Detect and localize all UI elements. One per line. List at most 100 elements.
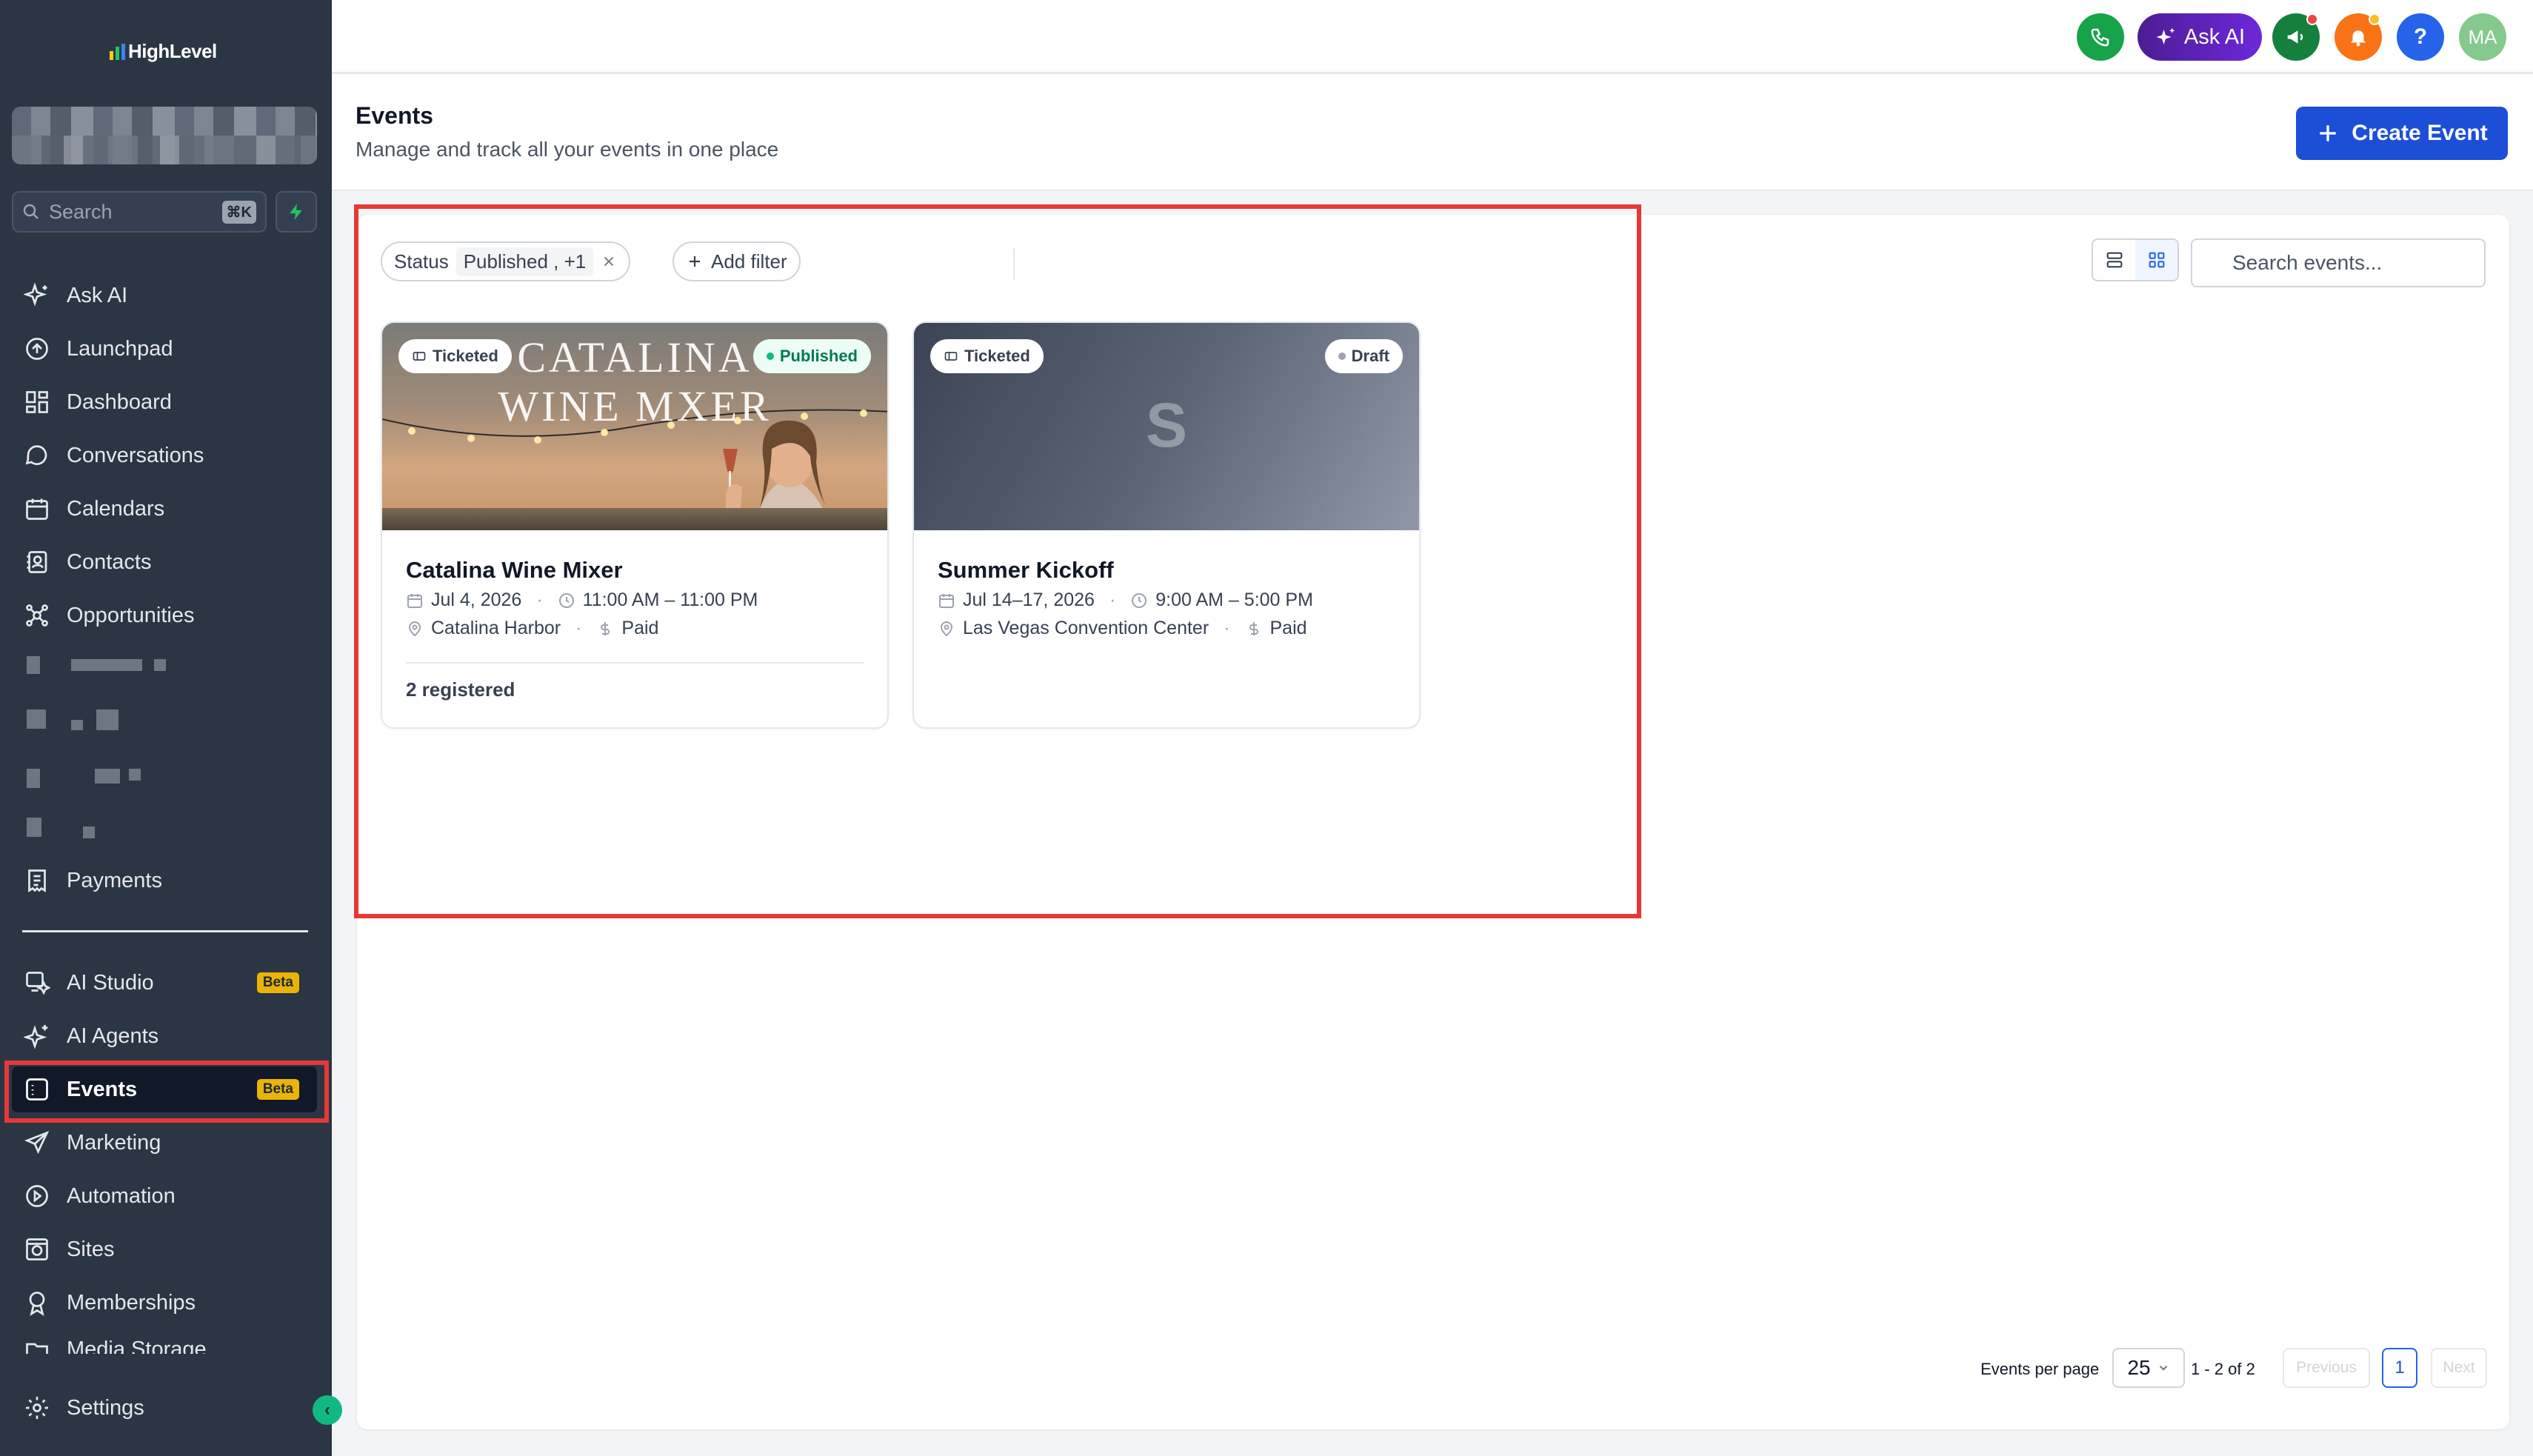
account-switcher[interactable] xyxy=(12,107,317,164)
sidebar-item-label: Events xyxy=(67,1077,138,1101)
collapse-sidebar-button[interactable]: ‹ xyxy=(313,1395,342,1425)
sidebar-item-events[interactable]: Events Beta xyxy=(12,1066,317,1112)
sidebar-item-media-storage[interactable]: Media Storage xyxy=(12,1329,317,1354)
status-dot-icon xyxy=(766,353,774,360)
bell-icon xyxy=(2351,30,2366,47)
next-page-button[interactable]: Next xyxy=(2431,1348,2487,1388)
next-label: Next xyxy=(2443,1359,2475,1376)
meta-separator: · xyxy=(1224,618,1230,638)
per-page-select[interactable]: 25 xyxy=(2112,1348,2185,1388)
phone-button[interactable] xyxy=(2077,13,2124,61)
sparkle-icon xyxy=(24,1025,48,1049)
clock-icon xyxy=(1132,592,1147,608)
ask-ai-button[interactable]: Ask AI xyxy=(2137,13,2262,61)
redacted-label xyxy=(71,659,142,671)
redacted-label xyxy=(129,769,141,781)
award-icon xyxy=(29,1292,45,1316)
sidebar-item-contacts[interactable]: Contacts xyxy=(12,539,317,585)
redacted-label xyxy=(71,720,83,730)
sidebar-item-automation[interactable]: Automation xyxy=(12,1173,317,1219)
event-card-summer-kickoff[interactable]: S Ticketed Draft Summer Kickoff Jul 14–1… xyxy=(912,321,1421,729)
sidebar-item-opportunities[interactable]: Opportunities xyxy=(12,592,317,638)
highlevel-logo[interactable]: HighLevel xyxy=(110,40,217,63)
sidebar-item-label: Opportunities xyxy=(67,603,195,627)
list-view-button[interactable] xyxy=(2093,240,2135,280)
receipt-icon xyxy=(28,869,46,893)
network-icon xyxy=(26,604,48,627)
sidebar-item-settings[interactable]: Settings xyxy=(12,1385,317,1431)
filter-divider xyxy=(1013,247,1015,280)
event-date: Jul 4, 2026 xyxy=(431,590,522,610)
ask-ai-label: Ask AI xyxy=(2183,24,2246,49)
event-datetime: Jul 14–17, 2026 · 9:00 AM – 5:00 PM xyxy=(938,590,1313,611)
events-panel: Status Published , +1 Add filter Search … xyxy=(357,215,2509,1429)
meta-separator: · xyxy=(536,590,543,610)
ticket-icon xyxy=(413,352,426,361)
redacted-icon xyxy=(27,709,46,729)
notifications-button[interactable] xyxy=(2335,13,2382,61)
search-events-input[interactable]: Search events... xyxy=(2191,238,2486,287)
sidebar-item-sites[interactable]: Sites xyxy=(12,1226,317,1272)
dollar-icon xyxy=(1249,621,1258,635)
sidebar-item-launchpad[interactable]: Launchpad xyxy=(12,326,317,372)
quick-action-button[interactable] xyxy=(276,191,317,233)
announcements-button[interactable] xyxy=(2272,13,2320,61)
search-events-placeholder: Search events... xyxy=(2232,251,2383,274)
sidebar-item-label: Conversations xyxy=(67,443,204,467)
sidebar-item-label: Payments xyxy=(67,868,162,892)
event-location-price: Las Vegas Convention Center · Paid xyxy=(938,618,1307,639)
event-datetime: Jul 4, 2026 · 11:00 AM – 11:00 PM xyxy=(406,590,758,611)
close-icon[interactable] xyxy=(601,253,617,270)
sidebar-item-label: Launchpad xyxy=(67,336,173,361)
view-toggle xyxy=(2092,238,2179,281)
grid-view-button[interactable] xyxy=(2135,240,2177,280)
sidebar-search[interactable]: Search ⌘K xyxy=(12,191,267,233)
published-badge: Published xyxy=(752,339,871,373)
megaphone-icon xyxy=(2287,30,2303,44)
meta-separator: · xyxy=(1109,590,1116,610)
add-filter-button[interactable]: Add filter xyxy=(673,241,801,281)
rocket-icon xyxy=(26,338,48,360)
sidebar-item-label: Automation xyxy=(67,1183,176,1208)
event-card-catalina-wine-mixer[interactable]: CATALINA WINE MXER Ticketed Published Ca… xyxy=(381,321,889,729)
create-event-button[interactable]: Create Event xyxy=(2296,107,2508,160)
sidebar-item-ai-studio[interactable]: AI Studio Beta xyxy=(12,960,317,1006)
redacted-label xyxy=(95,769,120,784)
help-button[interactable]: ? xyxy=(2397,13,2444,61)
logo-text: HighLevel xyxy=(128,40,217,62)
event-date: Jul 14–17, 2026 xyxy=(963,590,1095,610)
notification-dot xyxy=(2306,13,2318,25)
sidebar-item-calendars[interactable]: Calendars xyxy=(12,486,317,532)
sparkle-icon xyxy=(24,282,47,307)
add-filter-label: Add filter xyxy=(711,250,787,273)
sidebar-item-memberships[interactable]: Memberships xyxy=(12,1280,317,1326)
event-location-price: Catalina Harbor · Paid xyxy=(406,618,658,639)
user-avatar[interactable]: MA xyxy=(2459,13,2506,61)
redacted-icon xyxy=(27,656,40,674)
status-filter-chip[interactable]: Status Published , +1 xyxy=(381,241,631,281)
sidebar-item-marketing[interactable]: Marketing xyxy=(12,1120,317,1166)
redacted-label xyxy=(154,659,166,671)
search-icon xyxy=(23,204,39,219)
sidebar-item-payments[interactable]: Payments xyxy=(12,858,317,904)
sidebar-item-dashboard[interactable]: Dashboard xyxy=(12,379,317,425)
logo-mark-icon xyxy=(110,43,125,60)
ticketed-badge-label: Ticketed xyxy=(964,347,1030,365)
phone-icon xyxy=(2091,28,2109,47)
event-time: 9:00 AM – 5:00 PM xyxy=(1155,590,1313,610)
ticketed-badge: Ticketed xyxy=(930,339,1044,373)
events-icon xyxy=(26,1078,48,1101)
page-number-button[interactable]: 1 xyxy=(2382,1348,2417,1388)
previous-page-button[interactable]: Previous xyxy=(2283,1348,2370,1388)
sidebar-item-ai-agents[interactable]: AI Agents xyxy=(12,1013,317,1059)
page-subtitle: Manage and track all your events in one … xyxy=(356,138,779,161)
contacts-icon xyxy=(27,551,47,573)
sidebar-item-label: AI Agents xyxy=(67,1023,159,1048)
sidebar-item-ask-ai[interactable]: Ask AI xyxy=(12,273,317,318)
previous-label: Previous xyxy=(2296,1359,2357,1376)
ticketed-badge: Ticketed xyxy=(398,339,512,373)
sidebar-search-placeholder: Search xyxy=(49,200,113,223)
sidebar-item-conversations[interactable]: Conversations xyxy=(12,433,317,478)
sidebar-item-label: Dashboard xyxy=(67,390,172,414)
calendar-icon xyxy=(26,498,48,520)
